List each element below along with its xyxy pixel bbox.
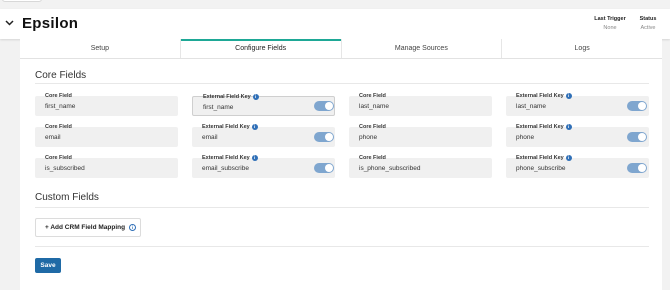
core-field-label: Core Field xyxy=(359,124,386,130)
field-enabled-toggle[interactable] xyxy=(627,101,647,111)
core-field-value: first_name xyxy=(45,103,76,110)
last-trigger-label: Last Trigger xyxy=(594,16,626,22)
external-field-key-label: External Field Key i xyxy=(516,124,572,130)
core-field-label: Core Field xyxy=(45,124,72,130)
core-field-input[interactable]: Core Field last_name xyxy=(349,93,492,116)
tab-bar: Setup Configure Fields Manage Sources Lo… xyxy=(20,39,662,59)
core-field-value: is_subscribed xyxy=(45,165,85,172)
field-enabled-toggle[interactable] xyxy=(627,163,647,173)
save-button[interactable]: Save xyxy=(35,258,61,273)
core-field-input[interactable]: Core Field email xyxy=(35,124,178,147)
last-trigger-stat: Last Trigger None xyxy=(592,16,628,31)
divider xyxy=(35,207,649,208)
core-field-label: Core Field xyxy=(45,155,72,161)
external-field-key-value: email_subscribe xyxy=(202,165,249,172)
core-field-input[interactable]: Core Field is_subscribed xyxy=(35,155,178,178)
custom-fields-title: Custom Fields xyxy=(35,192,99,203)
core-field-input[interactable]: Core Field is_phone_subscribed xyxy=(349,155,492,178)
tab-setup[interactable]: Setup xyxy=(20,39,181,58)
add-crm-field-mapping-button[interactable]: + Add CRM Field Mapping i xyxy=(35,218,141,237)
info-icon[interactable]: i xyxy=(565,155,572,161)
external-field-key-label: External Field Key i xyxy=(202,155,258,161)
core-field-label: Core Field xyxy=(359,155,386,161)
external-field-key-value: email xyxy=(202,134,218,141)
core-field-input[interactable]: Core Field first_name xyxy=(35,93,178,116)
field-enabled-toggle[interactable] xyxy=(314,132,334,142)
info-icon[interactable]: i xyxy=(129,224,137,231)
core-field-label: Core Field xyxy=(359,93,386,99)
tab-manage-sources[interactable]: Manage Sources xyxy=(342,39,503,58)
core-field-value: last_name xyxy=(359,103,389,110)
info-icon[interactable]: i xyxy=(251,155,258,161)
external-field-key-label: External Field Key i xyxy=(202,124,258,130)
status-stat: Status Active xyxy=(636,16,660,31)
external-field-key-value: last_name xyxy=(516,103,546,110)
core-field-value: email xyxy=(45,134,61,141)
add-crm-field-mapping-label: + Add CRM Field Mapping xyxy=(45,224,126,231)
external-field-key-label: External Field Key i xyxy=(203,94,259,100)
core-fields-title: Core Fields xyxy=(35,70,87,81)
info-icon[interactable]: i xyxy=(565,124,572,130)
tab-configure-fields[interactable]: Configure Fields xyxy=(180,39,342,58)
divider xyxy=(35,246,649,247)
top-tab-stub xyxy=(2,0,42,2)
external-field-key-value: phone xyxy=(516,134,535,141)
chevron-down-icon xyxy=(4,20,14,26)
core-field-value: is_phone_subscribed xyxy=(359,165,421,172)
last-trigger-value: None xyxy=(603,25,617,31)
app-header: Epsilon Last Trigger None Status Active xyxy=(0,9,670,39)
core-field-value: phone xyxy=(359,134,378,141)
status-value: Active xyxy=(640,25,656,31)
status-label: Status xyxy=(639,16,657,22)
field-enabled-toggle[interactable] xyxy=(314,163,334,173)
divider xyxy=(35,83,649,84)
epsilon-logo: Epsilon xyxy=(22,15,79,32)
external-field-key-value: first_name xyxy=(203,104,234,111)
core-field-input[interactable]: Core Field phone xyxy=(349,124,492,147)
tab-logs[interactable]: Logs xyxy=(502,39,662,58)
external-field-key-label: External Field Key i xyxy=(516,93,572,99)
collapse-button[interactable] xyxy=(3,17,15,29)
core-field-label: Core Field xyxy=(45,93,72,99)
info-icon[interactable]: i xyxy=(565,93,572,99)
info-icon[interactable]: i xyxy=(251,124,258,130)
external-field-key-value: phone_subscribe xyxy=(516,165,566,172)
field-enabled-toggle[interactable] xyxy=(314,101,334,111)
field-enabled-toggle[interactable] xyxy=(627,132,647,142)
external-field-key-label: External Field Key i xyxy=(516,155,572,161)
configure-fields-panel: Core Fields Core Field first_name Extern… xyxy=(20,59,662,290)
info-icon[interactable]: i xyxy=(252,94,259,100)
